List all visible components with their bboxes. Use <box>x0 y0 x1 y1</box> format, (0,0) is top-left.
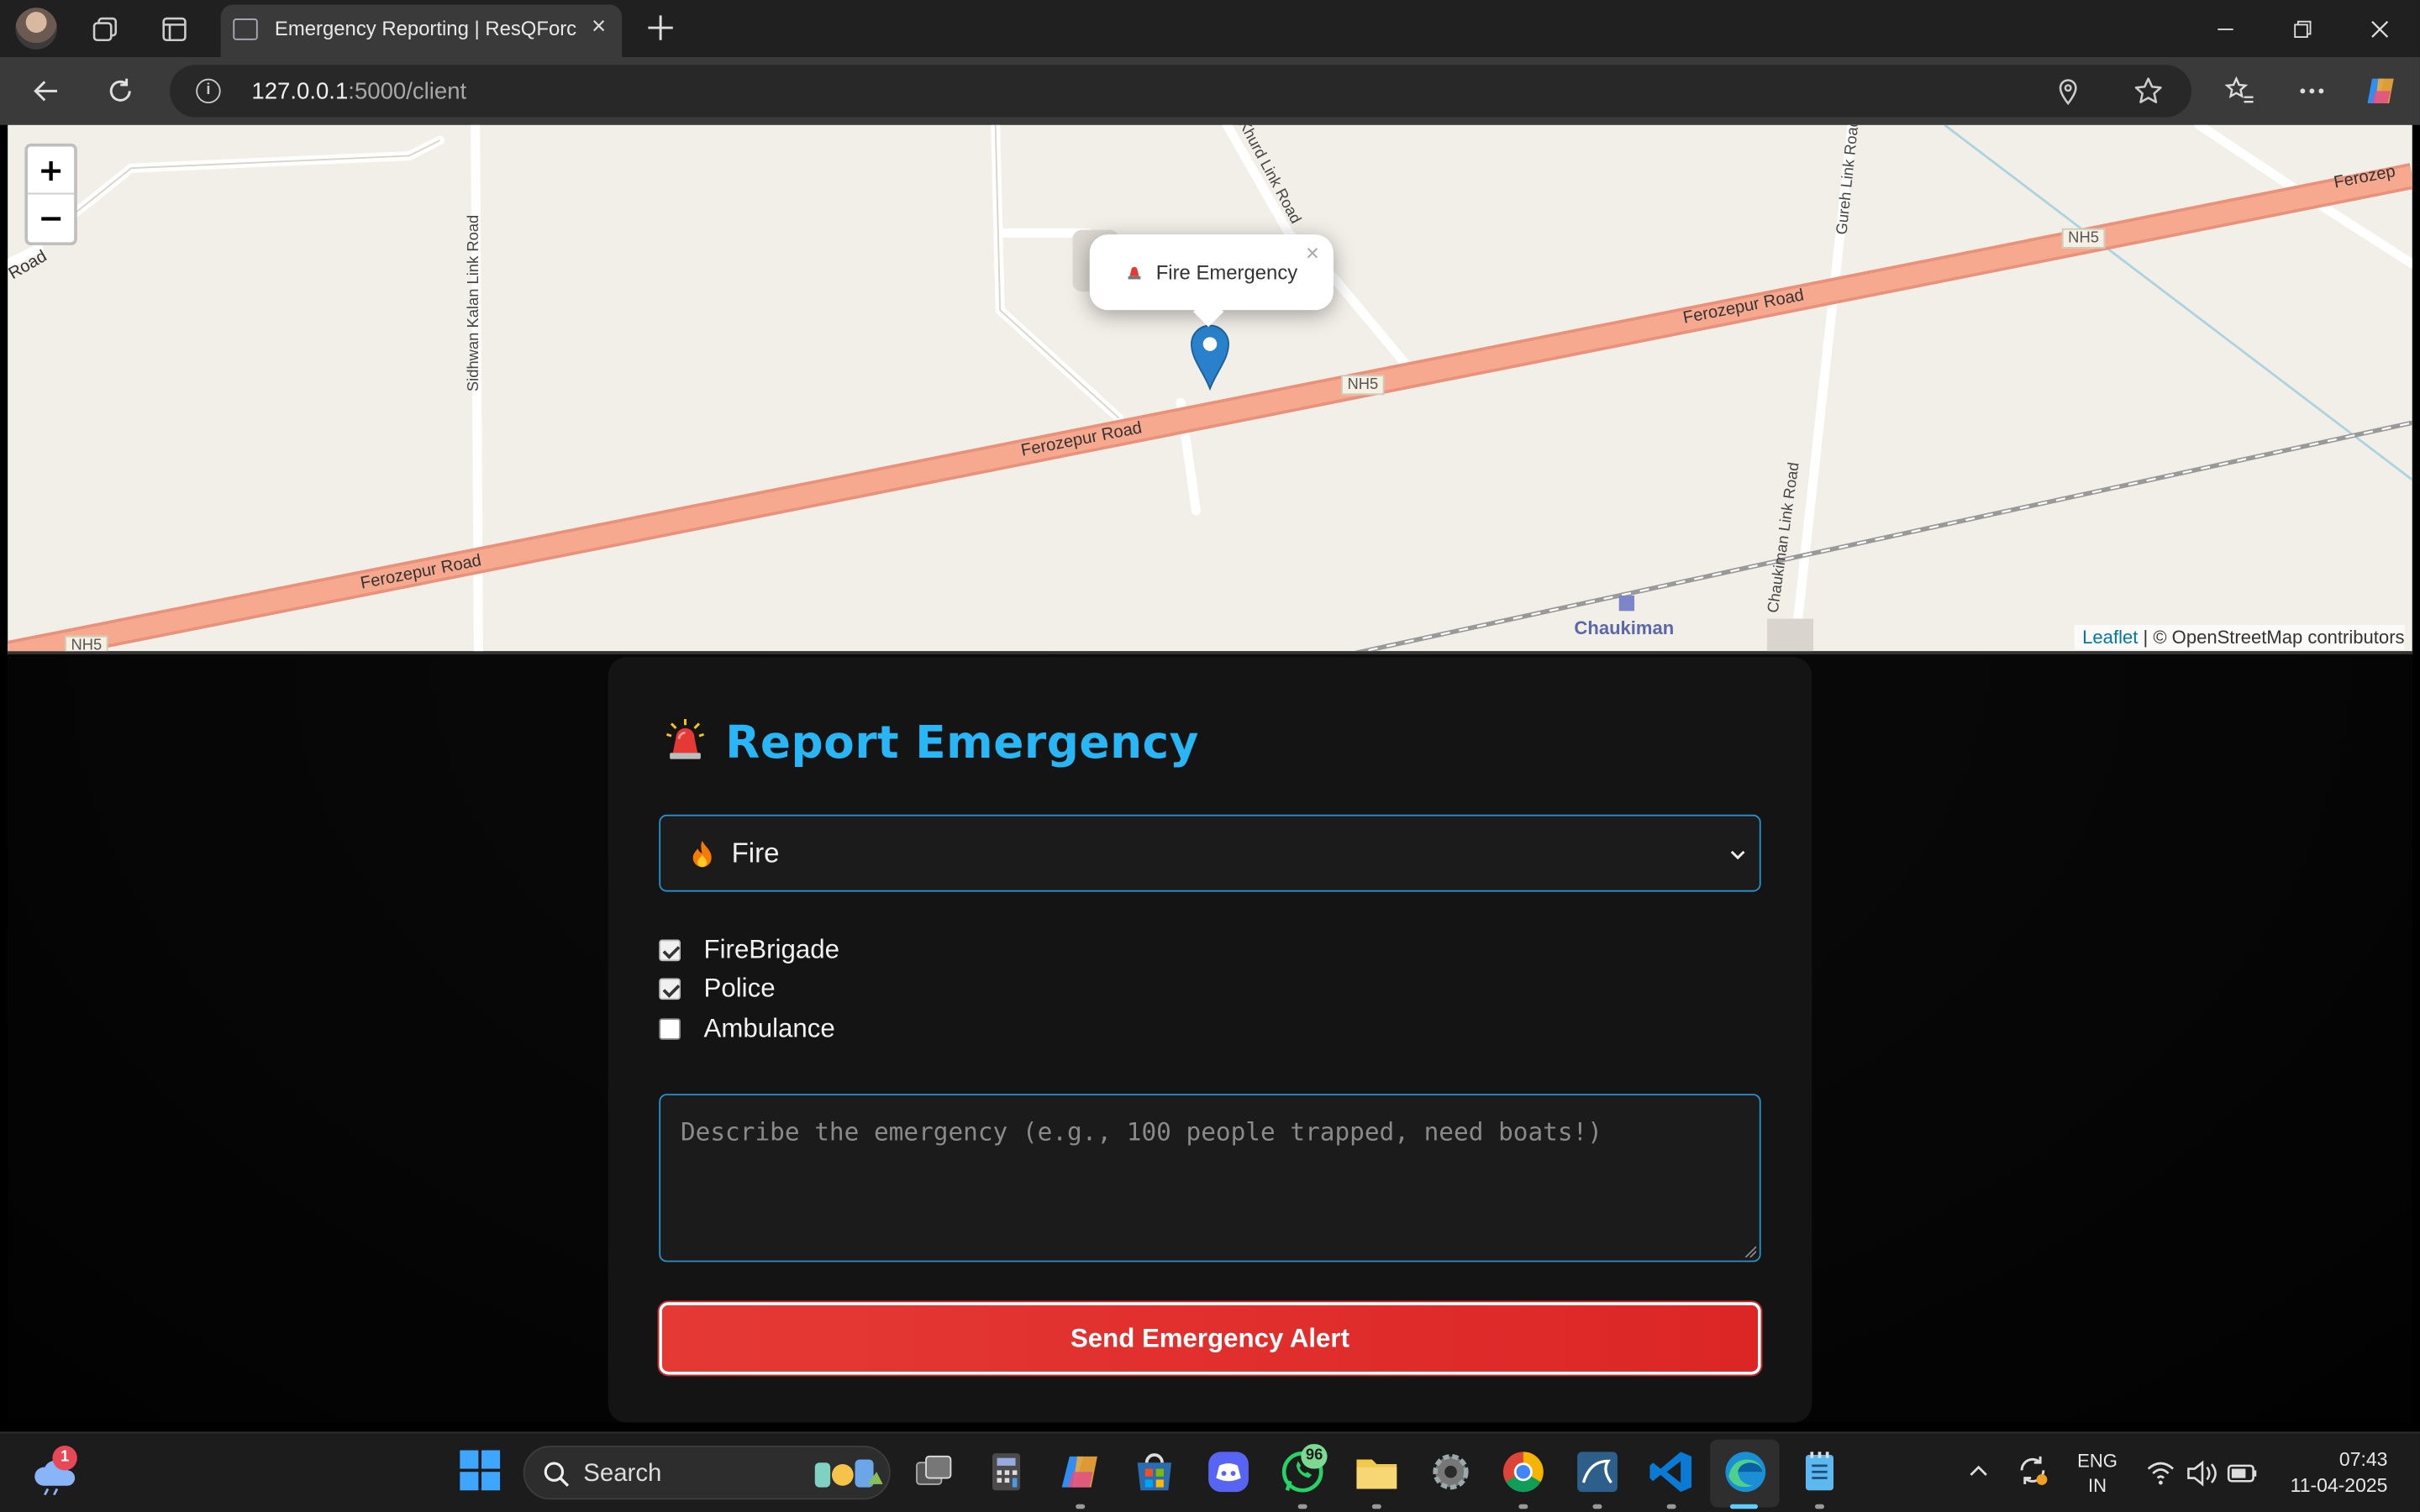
url-text[interactable]: 127.0.0.1:5000/client <box>251 79 466 105</box>
sync-icon[interactable] <box>2014 1452 2051 1488</box>
url-path: :5000/client <box>348 78 467 105</box>
police-label: Police <box>703 973 776 1003</box>
emergency-type-select[interactable]: Fire <box>659 814 1761 892</box>
location-pin-icon[interactable] <box>2053 76 2084 107</box>
search-icon <box>544 1462 570 1487</box>
clock-date: 11-04-2025 <box>2290 1474 2388 1497</box>
firebrigade-label: FireBrigade <box>703 935 839 964</box>
notepad-icon[interactable] <box>1797 1449 1843 1495</box>
chevron-down-icon <box>1730 850 1745 860</box>
siren-icon <box>1128 266 1141 280</box>
fire-icon <box>692 841 712 868</box>
popup-text: Fire Emergency <box>1155 260 1298 284</box>
leaflet-link[interactable]: Leaflet <box>2082 627 2138 648</box>
workspaces-icon[interactable] <box>85 9 125 50</box>
system-tray-status[interactable] <box>2145 1457 2263 1490</box>
chrome-icon[interactable] <box>1500 1449 1546 1495</box>
edge-icon[interactable] <box>1723 1449 1769 1495</box>
vscode-icon[interactable] <box>1649 1449 1695 1495</box>
ambulance-checkbox[interactable] <box>659 1018 681 1040</box>
attribution-text: | © OpenStreetMap contributors <box>2138 626 2405 648</box>
running-indicator <box>1076 1504 1086 1509</box>
running-indicator <box>1297 1504 1307 1509</box>
nh5-shield: NH5 <box>1341 375 1385 396</box>
minimize-icon[interactable] <box>2187 0 2265 57</box>
tab-close-icon[interactable]: × <box>585 14 613 42</box>
vertical-tabs-icon[interactable] <box>155 9 195 50</box>
file-explorer-icon[interactable] <box>1354 1449 1400 1495</box>
resize-grip-icon[interactable] <box>1744 1245 1757 1257</box>
clock[interactable]: 07:43 11-04-2025 <box>2269 1447 2392 1499</box>
marker-popup: × Fire Emergency <box>1089 234 1334 328</box>
search-highlight-icon <box>814 1459 883 1488</box>
language-indicator[interactable]: ENG IN <box>2068 1449 2127 1499</box>
clock-time: 07:43 <box>2338 1448 2388 1471</box>
search-label: Search <box>583 1461 662 1488</box>
nh5-shield: NH5 <box>65 635 108 652</box>
favorite-star-icon[interactable] <box>2133 76 2164 107</box>
running-indicator <box>1518 1504 1528 1509</box>
settings-gear-icon[interactable] <box>1428 1449 1474 1495</box>
chevron-up-icon[interactable] <box>1963 1455 1994 1486</box>
copilot-icon[interactable] <box>2361 71 2402 111</box>
profile-avatar[interactable] <box>15 8 57 50</box>
siren-icon <box>666 718 704 759</box>
tab-title: Emergency Reporting | ResQForce <box>274 17 577 40</box>
map-label: Chaukiman <box>1574 617 1675 639</box>
location-marker-icon[interactable] <box>1188 323 1231 391</box>
zoom-in-button[interactable]: + <box>28 146 75 195</box>
restore-icon[interactable] <box>2264 0 2341 57</box>
browser-toolbar: i 127.0.0.1:5000/client <box>0 56 2420 125</box>
map-attribution: Leaflet | © OpenStreetMap contributors <box>2074 624 2405 650</box>
police-checkbox[interactable] <box>659 978 681 1000</box>
active-tab[interactable]: Emergency Reporting | ResQForce × <box>220 4 623 57</box>
address-bar[interactable]: i 127.0.0.1:5000/client <box>170 65 2192 118</box>
running-indicator <box>1592 1504 1602 1509</box>
popup-close-button[interactable]: × <box>1306 241 1319 267</box>
copilot-app-icon[interactable] <box>1057 1449 1103 1495</box>
page-title-text: Report Emergency <box>725 716 1199 769</box>
emergency-description-field[interactable] <box>659 1094 1761 1263</box>
new-tab-plus-icon[interactable] <box>642 9 679 46</box>
running-indicator <box>1371 1504 1381 1509</box>
terminal-favicon-icon <box>233 18 258 40</box>
more-options-icon[interactable] <box>2291 71 2332 111</box>
ambulance-label: Ambulance <box>703 1013 835 1043</box>
running-indicator <box>1814 1504 1824 1509</box>
zoom-control: + − <box>24 143 77 246</box>
taskbar-search[interactable]: Search <box>523 1445 891 1500</box>
microsoft-store-icon[interactable] <box>1131 1449 1177 1495</box>
selected-emergency-type: Fire <box>731 837 780 869</box>
reload-icon[interactable] <box>100 71 140 111</box>
language-region: IN <box>2088 1474 2107 1497</box>
map-label: Sidhwan Kalan Link Road <box>466 214 483 392</box>
back-arrow-icon[interactable] <box>26 71 66 111</box>
url-host: 127.0.0.1 <box>251 78 349 105</box>
zoom-out-button[interactable]: − <box>28 194 74 242</box>
map-view[interactable]: Ferozepur Road Ferozepur Road Ferozepur … <box>8 124 2412 654</box>
favorites-icon[interactable] <box>2219 71 2260 111</box>
active-indicator <box>1729 1504 1759 1509</box>
report-card: Report Emergency Fire FireBrigade Police… <box>608 657 1812 1423</box>
running-indicator <box>1666 1504 1676 1509</box>
windows-taskbar: 1 Search 96 ENG IN 07:43 11-04-2025 <box>0 1431 2420 1512</box>
firebrigade-checkbox[interactable] <box>659 939 681 962</box>
language-code: ENG <box>2077 1450 2118 1473</box>
calculator-icon[interactable] <box>983 1449 1029 1495</box>
screen: Emergency Reporting | ResQForce × i 127.… <box>0 0 2420 1512</box>
site-info-icon[interactable]: i <box>196 78 221 104</box>
mysql-workbench-icon[interactable] <box>1574 1449 1620 1495</box>
window-close-icon[interactable] <box>2341 0 2418 57</box>
whatsapp-badge: 96 <box>1301 1444 1328 1469</box>
nh5-shield: NH5 <box>2061 228 2106 249</box>
windows-start-icon[interactable] <box>458 1449 504 1495</box>
weather-badge: 1 <box>52 1445 77 1471</box>
browser-tab-bar: Emergency Reporting | ResQForce × <box>0 0 2420 57</box>
discord-icon[interactable] <box>1205 1449 1251 1495</box>
send-emergency-alert-button[interactable]: Send Emergency Alert <box>657 1300 1763 1377</box>
wifi-volume-battery-icon <box>2147 1460 2257 1487</box>
task-view-icon[interactable] <box>911 1449 957 1495</box>
